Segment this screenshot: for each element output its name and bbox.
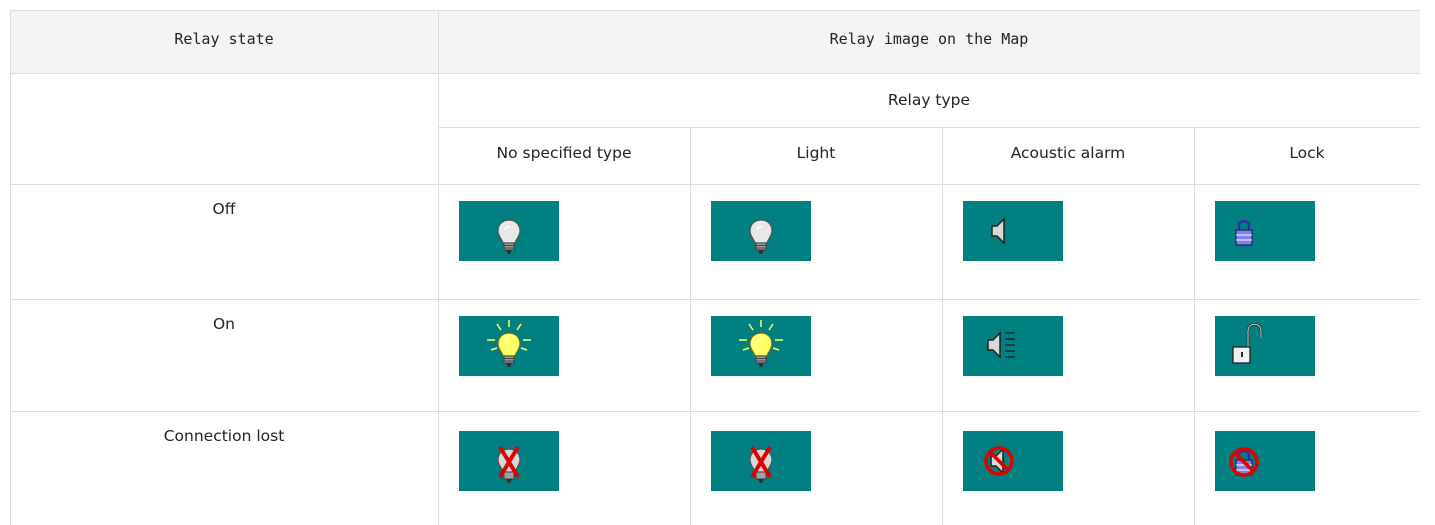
relay-type-cell: Relay type bbox=[438, 73, 1420, 127]
grid-line bbox=[1194, 127, 1195, 525]
type-header-no-type: No specified type bbox=[438, 127, 690, 184]
relay-type-label: Relay type bbox=[887, 91, 971, 109]
grid-line bbox=[690, 127, 691, 525]
type-label: No specified type bbox=[496, 144, 632, 162]
grid-line bbox=[10, 10, 1420, 11]
bulb-on-icon bbox=[711, 316, 811, 376]
header-cell-relay-state: Relay state bbox=[10, 10, 438, 73]
bulb-off-icon bbox=[459, 201, 559, 261]
grid-line bbox=[10, 411, 1420, 412]
bulb-crossed-icon bbox=[459, 431, 559, 491]
grid-line bbox=[10, 10, 11, 525]
speaker-prohibited-icon bbox=[963, 431, 1063, 491]
state-cell-on: On bbox=[10, 299, 438, 411]
type-label: Lock bbox=[1289, 144, 1325, 162]
speaker-sound-icon bbox=[963, 316, 1063, 376]
state-cell-off: Off bbox=[10, 184, 438, 299]
type-label: Light bbox=[796, 144, 836, 162]
state-label: Off bbox=[212, 200, 236, 218]
state-label: Connection lost bbox=[163, 427, 285, 445]
padlock-open-icon bbox=[1215, 316, 1315, 376]
grid-line bbox=[10, 184, 1420, 185]
speaker-icon bbox=[963, 201, 1063, 261]
bulb-off-icon bbox=[711, 201, 811, 261]
relay-image-table: Relay state Relay image on the Map Relay… bbox=[10, 10, 1420, 525]
grid-line bbox=[10, 299, 1420, 300]
padlock-prohibited-icon bbox=[1215, 431, 1315, 491]
grid-line bbox=[438, 10, 439, 525]
header-cell-relay-image: Relay image on the Map bbox=[438, 10, 1420, 73]
padlock-closed-icon bbox=[1215, 201, 1315, 261]
header-relay-state: Relay state bbox=[174, 30, 274, 48]
bulb-on-icon bbox=[459, 316, 559, 376]
state-label: On bbox=[212, 315, 236, 333]
type-header-light: Light bbox=[690, 127, 942, 184]
bulb-crossed-icon bbox=[711, 431, 811, 491]
type-header-lock: Lock bbox=[1194, 127, 1420, 184]
state-cell-connection-lost: Connection lost bbox=[10, 411, 438, 525]
type-label: Acoustic alarm bbox=[1010, 144, 1126, 162]
grid-line bbox=[942, 127, 943, 525]
type-header-acoustic: Acoustic alarm bbox=[942, 127, 1194, 184]
grid-line bbox=[438, 127, 1420, 128]
header-relay-image: Relay image on the Map bbox=[829, 30, 1029, 48]
grid-line bbox=[10, 73, 1420, 74]
